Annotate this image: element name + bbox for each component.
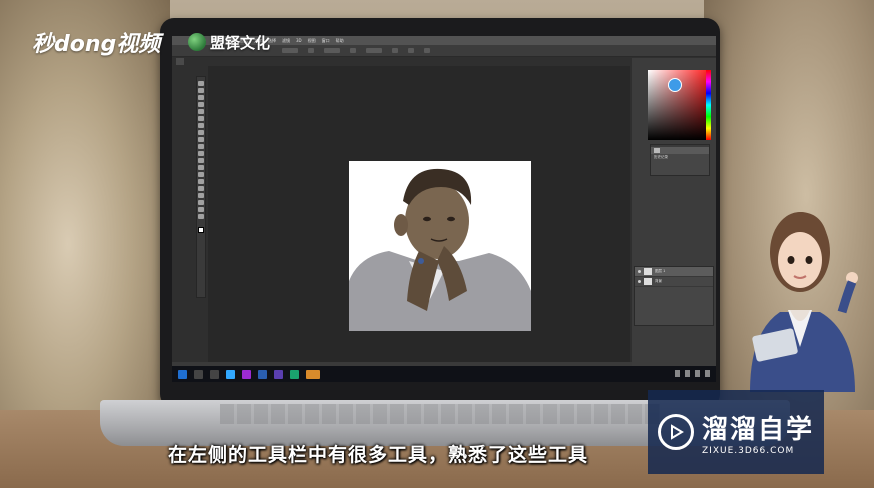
task-view-icon[interactable]	[210, 369, 219, 379]
brand-logo: 秒dong视频	[32, 32, 161, 57]
tray-icon[interactable]	[675, 370, 680, 377]
history-item[interactable]: 历史记录	[651, 154, 709, 161]
shape-tool-icon[interactable]	[198, 200, 204, 205]
layer-label: 图层 1	[655, 269, 666, 273]
type-tool-icon[interactable]	[198, 186, 204, 191]
history-item[interactable]	[651, 147, 709, 154]
partner-logo-mark	[188, 33, 206, 51]
history-panel: 历史记录	[650, 144, 710, 176]
clone-stamp-tool-icon[interactable]	[198, 137, 204, 142]
tray-icon[interactable]	[685, 370, 690, 377]
system-tray	[675, 370, 710, 377]
option-control[interactable]	[392, 48, 398, 53]
option-control[interactable]	[350, 48, 356, 53]
cortana-icon[interactable]	[194, 369, 203, 379]
lasso-tool-icon[interactable]	[198, 95, 204, 100]
menu-item-help[interactable]: 帮助	[336, 38, 344, 44]
video-subtitle: 在左侧的工具栏中有很多工具，熟悉了这些工具	[168, 444, 589, 466]
menu-item-window[interactable]: 窗口	[322, 38, 330, 44]
eyedropper-tool-icon[interactable]	[198, 116, 204, 121]
tray-icon[interactable]	[695, 370, 700, 377]
layer-row[interactable]: 图层 1	[635, 267, 713, 277]
layer-label: 背景	[655, 279, 662, 283]
windows-start-icon[interactable]	[178, 369, 187, 379]
partner-name: 盟铎文化	[210, 33, 271, 52]
blur-tool-icon[interactable]	[198, 165, 204, 170]
windows-taskbar	[172, 366, 716, 382]
option-control[interactable]	[366, 48, 382, 53]
history-brush-tool-icon[interactable]	[198, 144, 204, 149]
color-picker-ring[interactable]	[668, 78, 682, 92]
layer-row[interactable]: 背景	[635, 277, 713, 287]
path-select-tool-icon[interactable]	[198, 193, 204, 198]
marquee-tool-icon[interactable]	[198, 88, 204, 93]
play-triangle-icon	[671, 424, 684, 440]
laptop-keyboard	[220, 404, 660, 424]
foreground-color-swatch[interactable]	[198, 227, 204, 233]
presenter-avatar	[750, 212, 858, 392]
history-item-label: 历史记录	[654, 155, 668, 159]
gradient-tool-icon[interactable]	[198, 158, 204, 163]
app-icon[interactable]	[258, 369, 267, 379]
app-icon[interactable]	[290, 369, 299, 379]
right-panel-dock: 历史记录 图层 1 背景	[632, 58, 716, 368]
portrait-illustration	[349, 161, 531, 331]
layers-panel: 图层 1 背景	[634, 266, 714, 326]
portrait-artwork	[349, 161, 531, 331]
option-control[interactable]	[408, 48, 414, 53]
after-effects-app-icon[interactable]	[274, 369, 283, 379]
hand-tool-icon[interactable]	[198, 207, 204, 212]
menu-item-view[interactable]: 视图	[308, 38, 316, 44]
quick-select-tool-icon[interactable]	[198, 102, 204, 107]
play-icon	[658, 414, 694, 450]
option-control[interactable]	[308, 48, 314, 53]
watermark-title: 溜溜自学	[702, 414, 815, 445]
brush-tool-icon[interactable]	[198, 130, 204, 135]
tools-panel	[196, 76, 206, 298]
active-app-icon[interactable]	[306, 369, 320, 379]
option-control[interactable]	[282, 48, 298, 53]
menu-item-3d[interactable]: 3D	[296, 38, 302, 43]
pen-tool-icon[interactable]	[198, 179, 204, 184]
healing-brush-tool-icon[interactable]	[198, 123, 204, 128]
history-thumbnail	[654, 148, 660, 153]
eye-icon[interactable]	[638, 270, 641, 273]
document-tab[interactable]	[176, 58, 184, 65]
crop-tool-icon[interactable]	[198, 109, 204, 114]
partner-logo: 盟铎文化	[188, 30, 284, 54]
layer-thumbnail	[644, 278, 652, 285]
tray-icon[interactable]	[705, 370, 710, 377]
eraser-tool-icon[interactable]	[198, 151, 204, 156]
photoshop-app-icon[interactable]	[226, 369, 235, 379]
option-control[interactable]	[424, 48, 430, 53]
watermark-badge: 溜溜自学 ZIXUE.3D66.COM	[648, 390, 824, 474]
dodge-tool-icon[interactable]	[198, 172, 204, 177]
watermark-url: ZIXUE.3D66.COM	[702, 445, 795, 456]
move-tool-icon[interactable]	[198, 81, 204, 86]
canvas-area[interactable]	[208, 66, 630, 362]
option-control[interactable]	[324, 48, 340, 53]
zoom-tool-icon[interactable]	[198, 214, 204, 219]
premiere-app-icon[interactable]	[242, 369, 251, 379]
layer-thumbnail	[644, 268, 652, 275]
hue-slider[interactable]	[706, 70, 711, 140]
eye-icon[interactable]	[638, 280, 641, 283]
laptop-screen: 文件 编辑 图像 图层 文字 选择 滤镜 3D 视图 窗口 帮助	[172, 36, 716, 382]
